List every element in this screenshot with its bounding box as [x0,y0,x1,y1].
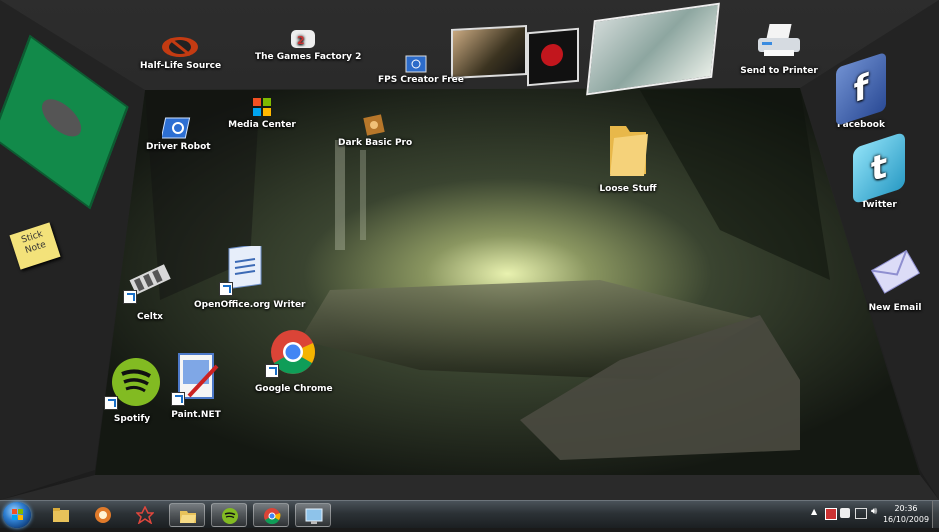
fps-creator-icon[interactable]: FPS Creator Free [378,55,464,85]
folder-icon [610,126,648,176]
taskbar-media-player-button[interactable] [85,503,121,527]
photo-frame-red-logo[interactable] [527,27,579,87]
taskbar-remote-desktop-button[interactable] [295,503,331,527]
twitter-logo-icon: t [853,131,905,205]
taskbar-chrome-button[interactable] [253,503,289,527]
tray-app-icon-1[interactable] [825,508,837,520]
envelope-icon [870,249,921,294]
half-life-source-icon[interactable]: Half-Life Source [140,35,222,71]
new-email-label: New Email [868,303,922,313]
send-to-printer-icon[interactable]: Send to Printer [740,22,818,76]
figure-icon [37,91,86,145]
star-app-icon [136,506,154,524]
dark-basic-logo-icon [363,114,385,136]
loose-stuff-folder-icon[interactable]: Loose Stuff [596,118,660,194]
half-life-source-label: Half-Life Source [140,61,222,71]
media-center-logo-icon [253,98,271,116]
windows-logo-icon [12,509,23,520]
google-chrome-icon[interactable]: Google Chrome [255,328,333,394]
explorer-folder-icon [53,508,69,522]
notification-area: ▲ 🔊︎ [811,506,883,523]
remote-desktop-icon [305,508,323,524]
shortcut-arrow-icon [104,396,118,410]
shortcut-arrow-icon [265,364,279,378]
twitter-icon[interactable]: t Twitter [844,131,914,210]
taskbar-folder-button[interactable] [169,503,205,527]
dark-basic-pro-label: Dark Basic Pro [338,138,413,148]
driver-robot-label: Driver Robot [146,142,211,152]
new-email-icon[interactable]: New Email [850,245,939,313]
facebook-logo-icon: f [836,51,886,127]
shortcut-arrow-icon [219,282,233,296]
half-life-logo-icon [162,37,198,57]
shortcut-arrow-icon [123,290,137,304]
openoffice-writer-icon[interactable]: OpenOffice.org Writer [194,243,306,310]
red-logo-icon [541,43,563,68]
celtx-label: Celtx [137,312,163,322]
games-factory-label: The Games Factory 2 [255,52,362,62]
taskbar-windows-explorer-button[interactable] [43,503,79,527]
start-orb-button[interactable] [3,502,31,528]
openoffice-writer-label: OpenOffice.org Writer [194,300,306,310]
tray-app-icon-2[interactable] [840,508,850,518]
volume-icon[interactable]: 🔊︎ [871,506,877,517]
spotify-label: Spotify [113,414,151,424]
spotify-small-icon [222,508,238,524]
media-center-label: Media Center [228,120,296,130]
dark-basic-pro-icon[interactable]: Dark Basic Pro [338,114,413,148]
paint-net-label: Paint.NET [171,410,221,420]
celtx-icon[interactable]: Celtx [120,264,180,322]
send-to-printer-label: Send to Printer [740,66,818,76]
clock-date: 16/10/2009 [882,515,930,524]
games-factory-logo-icon: 2 [290,30,315,48]
media-center-icon[interactable]: Media Center [228,96,296,130]
paint-net-icon[interactable]: Paint.NET [168,352,224,420]
media-player-icon [95,507,111,523]
photo-frame-person[interactable] [451,25,527,79]
fps-creator-label: FPS Creator Free [378,75,464,85]
sticky-note-text: Stick Note [20,229,48,256]
open-folder-icon [180,511,196,523]
shortcut-arrow-icon [171,392,185,406]
svg-text:2: 2 [297,34,305,47]
google-chrome-label: Google Chrome [255,384,333,394]
driver-robot-logo-icon [162,117,191,139]
taskbar: ▲ 🔊︎ 20:36 16/10/2009 [0,500,939,528]
driver-robot-icon[interactable]: Driver Robot [146,116,211,152]
clock-time: 20:36 [894,504,918,513]
show-hidden-icons-icon[interactable]: ▲ [811,507,817,516]
network-icon[interactable] [855,508,867,519]
taskbar-clock[interactable]: 20:36 16/10/2009 [881,503,931,525]
taskbar-spotify-button[interactable] [211,503,247,527]
chrome-small-icon [264,508,281,525]
facebook-icon[interactable]: f Facebook [826,51,896,130]
games-factory-icon[interactable]: 2 The Games Factory 2 [255,28,362,62]
fps-creator-logo-icon [405,55,426,73]
3d-desktop-room: Stick Note Half-Life Source 2 The Games … [0,0,939,500]
printer-icon [758,24,800,56]
taskbar-app-button[interactable] [127,503,163,527]
spotify-icon[interactable]: Spotify [102,356,162,424]
loose-stuff-label: Loose Stuff [599,184,657,194]
show-desktop-button[interactable] [932,501,939,528]
